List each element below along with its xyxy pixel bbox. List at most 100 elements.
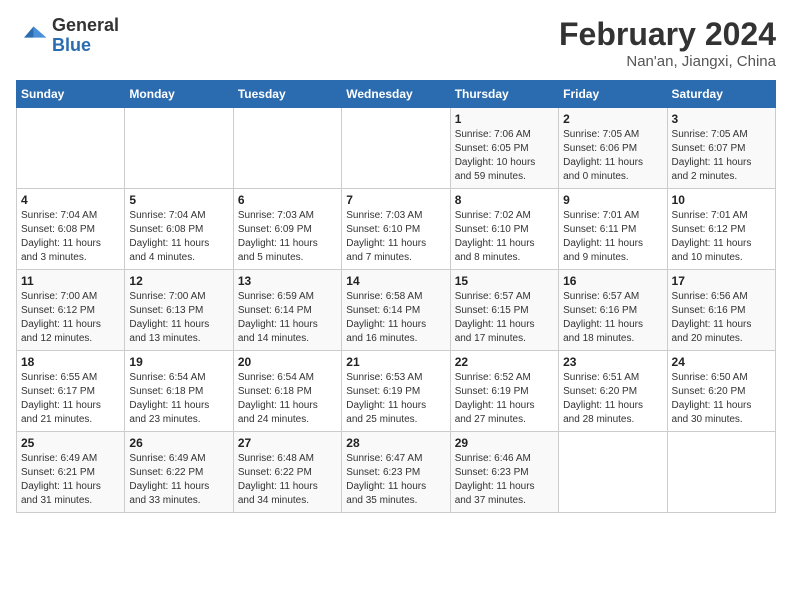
day-info: Sunrise: 6:57 AM Sunset: 6:16 PM Dayligh… [563,290,662,346]
calendar-cell [233,108,341,189]
calendar-cell: 10Sunrise: 7:01 AM Sunset: 6:12 PM Dayli… [667,189,775,270]
calendar-cell: 17 Sunrise: 6:56 AM Sunset: 6:16 PM Dayli… [667,270,775,351]
day-number: 28 [346,436,445,450]
day-number: 10 [672,193,771,207]
calendar-cell: 12 Sunrise: 7:00 AM Sunset: 6:13 PM Dayli… [125,270,233,351]
day-info: Sunrise: 6:49 AM Sunset: 6:22 PM Dayligh… [129,452,228,508]
day-number: 1 [455,112,554,126]
calendar-cell: 15 Sunrise: 6:57 AM Sunset: 6:15 PM Dayli… [450,270,558,351]
day-info: Sunrise: 7:03 AM Sunset: 6:10 PM Dayligh… [346,209,445,265]
day-info: Sunrise: 6:55 AM Sunset: 6:17 PM Dayligh… [21,371,120,427]
day-number: 21 [346,355,445,369]
day-info: Sunrise: 6:46 AM Sunset: 6:23 PM Dayligh… [455,452,554,508]
calendar-cell: 11 Sunrise: 7:00 AM Sunset: 6:12 PM Dayli… [17,270,125,351]
day-info: Sunrise: 6:51 AM Sunset: 6:20 PM Dayligh… [563,371,662,427]
weekday-header: Wednesday [342,81,450,108]
page-header: GeneralBlue February 2024 Nan'an, Jiangx… [16,16,776,70]
calendar-cell: 14 Sunrise: 6:58 AM Sunset: 6:14 PM Dayli… [342,270,450,351]
day-number: 12 [129,274,228,288]
day-info: Sunrise: 7:01 AM Sunset: 6:11 PM Dayligh… [563,209,662,265]
calendar-week-row: 18 Sunrise: 6:55 AM Sunset: 6:17 PM Dayli… [17,351,776,432]
day-number: 25 [21,436,120,450]
calendar-cell: 9Sunrise: 7:01 AM Sunset: 6:11 PM Daylig… [559,189,667,270]
day-info: Sunrise: 6:48 AM Sunset: 6:22 PM Dayligh… [238,452,337,508]
calendar-cell: 8 Sunrise: 7:02 AM Sunset: 6:10 PM Daylig… [450,189,558,270]
day-info: Sunrise: 7:06 AM Sunset: 6:05 PM Dayligh… [455,128,554,184]
weekday-header: Friday [559,81,667,108]
day-info: Sunrise: 6:50 AM Sunset: 6:20 PM Dayligh… [672,371,771,427]
day-info: Sunrise: 7:04 AM Sunset: 6:08 PM Dayligh… [21,209,120,265]
calendar-cell [667,432,775,513]
calendar-cell: 16 Sunrise: 6:57 AM Sunset: 6:16 PM Dayli… [559,270,667,351]
calendar-cell: 21 Sunrise: 6:53 AM Sunset: 6:19 PM Dayli… [342,351,450,432]
day-info: Sunrise: 6:47 AM Sunset: 6:23 PM Dayligh… [346,452,445,508]
day-number: 17 [672,274,771,288]
calendar-cell: 18 Sunrise: 6:55 AM Sunset: 6:17 PM Dayli… [17,351,125,432]
calendar-cell: 22 Sunrise: 6:52 AM Sunset: 6:19 PM Dayli… [450,351,558,432]
day-info: Sunrise: 6:54 AM Sunset: 6:18 PM Dayligh… [238,371,337,427]
day-number: 29 [455,436,554,450]
calendar-table: SundayMondayTuesdayWednesdayThursdayFrid… [16,80,776,513]
calendar-cell: 7 Sunrise: 7:03 AM Sunset: 6:10 PM Daylig… [342,189,450,270]
day-number: 2 [563,112,662,126]
day-number: 27 [238,436,337,450]
calendar-cell: 4 Sunrise: 7:04 AM Sunset: 6:08 PM Daylig… [17,189,125,270]
day-number: 26 [129,436,228,450]
calendar-cell [125,108,233,189]
calendar-cell: 1 Sunrise: 7:06 AM Sunset: 6:05 PM Daylig… [450,108,558,189]
day-info: Sunrise: 6:52 AM Sunset: 6:19 PM Dayligh… [455,371,554,427]
weekday-header: Sunday [17,81,125,108]
day-number: 15 [455,274,554,288]
calendar-cell: 27 Sunrise: 6:48 AM Sunset: 6:22 PM Dayli… [233,432,341,513]
calendar-cell: 24 Sunrise: 6:50 AM Sunset: 6:20 PM Dayli… [667,351,775,432]
day-info: Sunrise: 6:49 AM Sunset: 6:21 PM Dayligh… [21,452,120,508]
calendar-header-row: SundayMondayTuesdayWednesdayThursdayFrid… [17,81,776,108]
calendar-cell [559,432,667,513]
calendar-cell: 2Sunrise: 7:05 AM Sunset: 6:06 PM Daylig… [559,108,667,189]
calendar-cell [342,108,450,189]
day-info: Sunrise: 6:53 AM Sunset: 6:19 PM Dayligh… [346,371,445,427]
calendar-cell: 25 Sunrise: 6:49 AM Sunset: 6:21 PM Dayli… [17,432,125,513]
day-number: 11 [21,274,120,288]
calendar-cell: 28 Sunrise: 6:47 AM Sunset: 6:23 PM Dayli… [342,432,450,513]
calendar-cell: 13 Sunrise: 6:59 AM Sunset: 6:14 PM Dayli… [233,270,341,351]
calendar-cell [17,108,125,189]
day-info: Sunrise: 7:00 AM Sunset: 6:12 PM Dayligh… [21,290,120,346]
day-number: 7 [346,193,445,207]
day-number: 14 [346,274,445,288]
day-number: 22 [455,355,554,369]
title-block: February 2024 Nan'an, Jiangxi, China [559,16,776,70]
calendar-cell: 26 Sunrise: 6:49 AM Sunset: 6:22 PM Dayli… [125,432,233,513]
weekday-header: Monday [125,81,233,108]
day-info: Sunrise: 7:04 AM Sunset: 6:08 PM Dayligh… [129,209,228,265]
calendar-week-row: 11 Sunrise: 7:00 AM Sunset: 6:12 PM Dayli… [17,270,776,351]
logo-icon [16,20,48,52]
day-info: Sunrise: 7:00 AM Sunset: 6:13 PM Dayligh… [129,290,228,346]
day-number: 8 [455,193,554,207]
calendar-cell: 29 Sunrise: 6:46 AM Sunset: 6:23 PM Dayli… [450,432,558,513]
day-number: 6 [238,193,337,207]
day-number: 23 [563,355,662,369]
day-info: Sunrise: 6:56 AM Sunset: 6:16 PM Dayligh… [672,290,771,346]
day-number: 16 [563,274,662,288]
subtitle: Nan'an, Jiangxi, China [559,53,776,70]
day-number: 24 [672,355,771,369]
day-info: Sunrise: 6:57 AM Sunset: 6:15 PM Dayligh… [455,290,554,346]
day-number: 13 [238,274,337,288]
weekday-header: Thursday [450,81,558,108]
day-number: 19 [129,355,228,369]
day-info: Sunrise: 7:02 AM Sunset: 6:10 PM Dayligh… [455,209,554,265]
logo-text: GeneralBlue [52,16,119,56]
day-number: 4 [21,193,120,207]
calendar-cell: 6Sunrise: 7:03 AM Sunset: 6:09 PM Daylig… [233,189,341,270]
calendar-cell: 20 Sunrise: 6:54 AM Sunset: 6:18 PM Dayli… [233,351,341,432]
calendar-week-row: 25 Sunrise: 6:49 AM Sunset: 6:21 PM Dayli… [17,432,776,513]
day-number: 20 [238,355,337,369]
calendar-cell: 5Sunrise: 7:04 AM Sunset: 6:08 PM Daylig… [125,189,233,270]
day-info: Sunrise: 6:59 AM Sunset: 6:14 PM Dayligh… [238,290,337,346]
day-number: 18 [21,355,120,369]
day-info: Sunrise: 6:54 AM Sunset: 6:18 PM Dayligh… [129,371,228,427]
day-info: Sunrise: 6:58 AM Sunset: 6:14 PM Dayligh… [346,290,445,346]
calendar-cell: 3Sunrise: 7:05 AM Sunset: 6:07 PM Daylig… [667,108,775,189]
calendar-week-row: 4 Sunrise: 7:04 AM Sunset: 6:08 PM Daylig… [17,189,776,270]
